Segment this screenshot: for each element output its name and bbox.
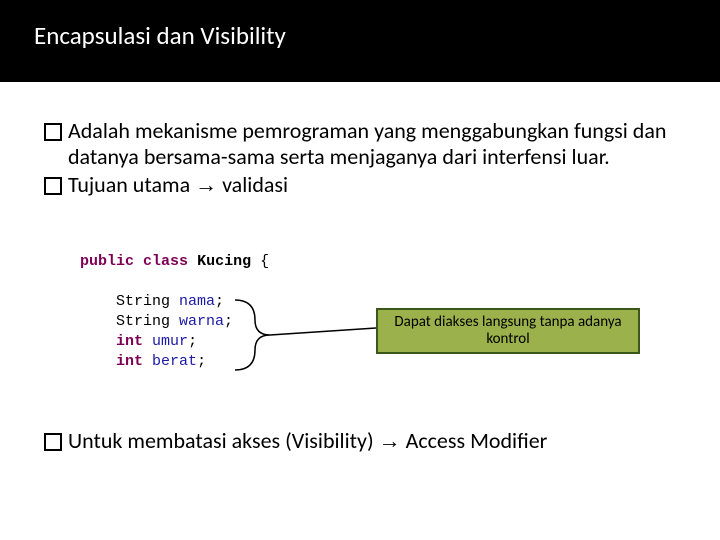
type-int: int bbox=[116, 333, 143, 350]
semi: ; bbox=[197, 353, 206, 370]
arrow-icon: → bbox=[379, 428, 401, 453]
field-berat: berat bbox=[152, 353, 197, 370]
bullet-2-post: validasi bbox=[217, 171, 288, 198]
bullet-1-text: Adalah mekanisme pemrograman yang mengga… bbox=[68, 118, 676, 170]
type-string: String bbox=[116, 293, 179, 310]
bullet-box-icon bbox=[44, 433, 62, 451]
type-int: int bbox=[116, 353, 143, 370]
bullet-3-post: Access Modifier bbox=[401, 427, 548, 454]
bullet-3-pre: Untuk membatasi akses (Visibility) bbox=[68, 427, 379, 454]
type-string: String bbox=[116, 313, 179, 330]
title-bar: Encapsulasi dan Visibility bbox=[0, 0, 720, 80]
kw-public: public bbox=[80, 253, 134, 270]
bullet-box-icon bbox=[44, 177, 62, 195]
code-line-6: int berat; bbox=[80, 352, 620, 372]
bullet-2-pre: Tujuan utama bbox=[68, 171, 195, 198]
bullet-3-row: Untuk membatasi akses (Visibility) → Acc… bbox=[44, 428, 676, 456]
arrow-icon: → bbox=[195, 172, 217, 197]
field-nama: nama bbox=[179, 293, 215, 310]
callout-box: Dapat diakses langsung tanpa adanya kont… bbox=[376, 308, 640, 354]
code-blank bbox=[80, 272, 620, 292]
bullet-3-text: Untuk membatasi akses (Visibility) → Acc… bbox=[68, 428, 676, 454]
callout-text: Dapat diakses langsung tanpa adanya kont… bbox=[378, 314, 638, 349]
kw-class: class bbox=[143, 253, 188, 270]
bullet-box-icon bbox=[44, 123, 62, 141]
title-underline bbox=[0, 80, 720, 82]
field-umur: umur bbox=[152, 333, 188, 350]
brace: { bbox=[251, 253, 269, 270]
semi: ; bbox=[215, 293, 224, 310]
field-warna: warna bbox=[179, 313, 224, 330]
slide-title: Encapsulasi dan Visibility bbox=[34, 20, 286, 51]
slide: Encapsulasi dan Visibility Adalah mekani… bbox=[0, 0, 720, 540]
bullet-2-text: Tujuan utama → validasi bbox=[68, 172, 676, 198]
bullet-1: Adalah mekanisme pemrograman yang mengga… bbox=[44, 118, 676, 170]
code-line-1: public class Kucing { bbox=[80, 252, 620, 272]
bullet-2: Tujuan utama → validasi bbox=[44, 172, 676, 198]
class-name: Kucing bbox=[197, 253, 251, 270]
semi: ; bbox=[188, 333, 197, 350]
semi: ; bbox=[224, 313, 233, 330]
body-text: Adalah mekanisme pemrograman yang mengga… bbox=[44, 118, 676, 200]
bullet-3: Untuk membatasi akses (Visibility) → Acc… bbox=[44, 428, 676, 454]
